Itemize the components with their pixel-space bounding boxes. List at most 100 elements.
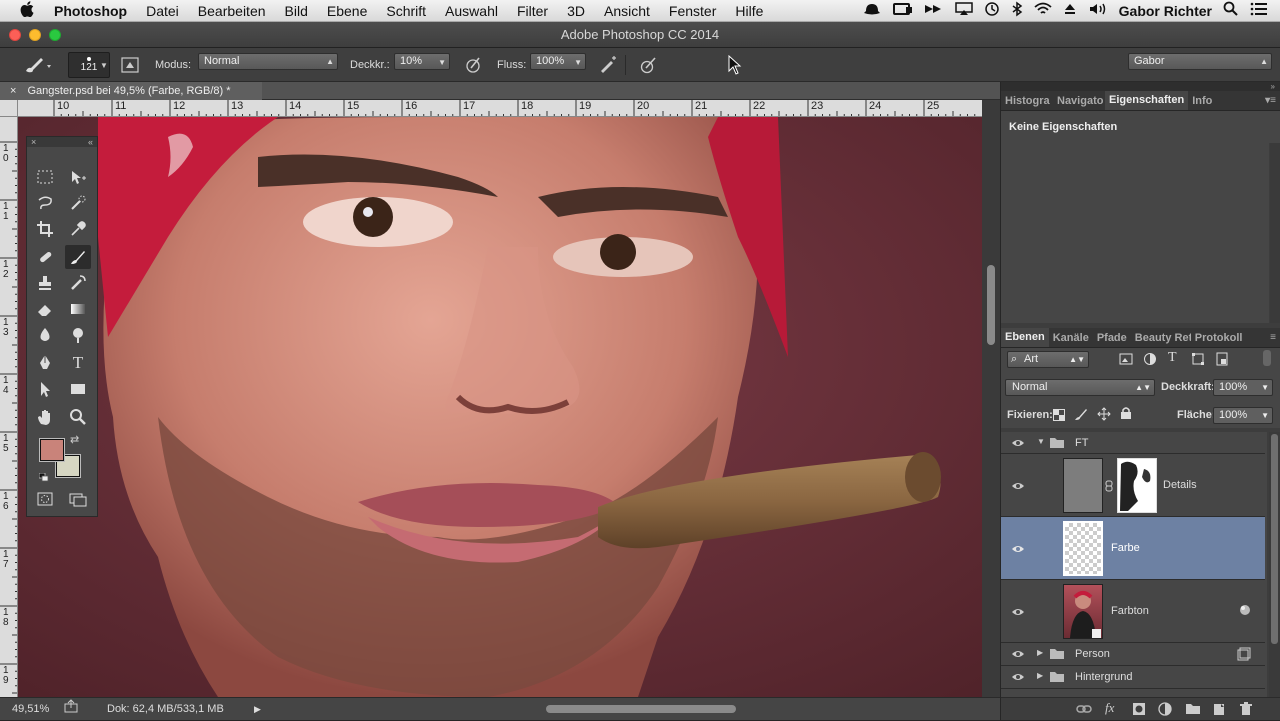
pressure-size-icon[interactable]	[638, 48, 658, 82]
default-colors-icon[interactable]	[38, 469, 49, 482]
layer-row-selected[interactable]: Farbe	[1001, 517, 1265, 580]
document-tab[interactable]: × Gangster.psd bei 49,5% (Farbe, RGB/8) …	[0, 82, 262, 100]
close-document-icon[interactable]: ×	[10, 85, 16, 97]
menu-filter[interactable]: Filter	[517, 3, 548, 19]
tab-channels[interactable]: Kanäle	[1049, 329, 1093, 347]
status-menu-arrow-icon[interactable]: ▶	[254, 698, 261, 720]
flow-field[interactable]: 100% ▼	[530, 53, 586, 70]
marquee-tool[interactable]	[32, 165, 58, 189]
spotlight-icon[interactable]	[1223, 1, 1239, 20]
tab-info[interactable]: Info	[1188, 92, 1216, 110]
tab-navigator[interactable]: Navigato	[1053, 92, 1105, 110]
ruler-origin[interactable]	[0, 100, 18, 117]
filter-shape-icon[interactable]	[1191, 352, 1205, 371]
minimize-window-button[interactable]	[29, 29, 41, 41]
filter-pixel-icon[interactable]	[1119, 352, 1133, 371]
properties-scrollbar[interactable]	[1270, 143, 1280, 323]
user-name[interactable]: Gabor Richter	[1119, 3, 1212, 19]
filter-type-icon[interactable]: T	[1168, 350, 1177, 366]
visibility-eye-icon[interactable]	[1011, 481, 1025, 491]
tools-header[interactable]: × «	[27, 137, 97, 147]
eyedropper-tool[interactable]	[65, 217, 91, 241]
quick-mask-icon[interactable]	[32, 487, 58, 511]
eject-icon[interactable]	[1063, 2, 1077, 19]
layer-style-fx-icon[interactable]: fx	[1105, 700, 1114, 716]
layer-style-icon[interactable]	[1239, 604, 1251, 619]
hand-tool[interactable]	[32, 405, 58, 429]
opacity-field[interactable]: 10% ▼	[394, 53, 450, 70]
foreground-color-swatch[interactable]	[39, 438, 65, 462]
visibility-eye-icon[interactable]	[1011, 607, 1025, 617]
lock-all-icon[interactable]	[1120, 406, 1132, 425]
layer-row[interactable]: Farbton	[1001, 580, 1265, 643]
filter-adjustment-icon[interactable]	[1143, 352, 1157, 371]
volume-icon[interactable]	[1088, 2, 1108, 19]
lock-position-icon[interactable]	[1097, 407, 1111, 426]
menu-app-name[interactable]: Photoshop	[54, 3, 127, 19]
brush-picker-arrow-icon[interactable]: ▼	[100, 48, 108, 82]
menu-bild[interactable]: Bild	[285, 3, 308, 19]
brush-tool[interactable]	[65, 245, 91, 269]
visibility-eye-icon[interactable]	[1011, 672, 1025, 682]
blur-tool[interactable]	[32, 323, 58, 347]
menu-schrift[interactable]: Schrift	[386, 3, 426, 19]
tab-paths[interactable]: Pfade	[1093, 329, 1131, 347]
add-mask-icon[interactable]	[1132, 702, 1146, 721]
move-tool[interactable]	[65, 165, 91, 189]
hat-icon[interactable]	[862, 2, 882, 19]
quick-selection-tool[interactable]	[65, 191, 91, 215]
filter-smart-object-icon[interactable]	[1215, 352, 1229, 371]
layers-menu-icon[interactable]: ≡	[1270, 329, 1276, 347]
filter-toggle[interactable]	[1263, 350, 1271, 366]
menu-fenster[interactable]: Fenster	[669, 3, 716, 19]
brush-panel-toggle-icon[interactable]	[121, 48, 139, 82]
layers-scroll-thumb[interactable]	[1271, 434, 1278, 644]
collapse-tools-icon[interactable]: «	[88, 137, 93, 147]
menu-bearbeiten[interactable]: Bearbeiten	[198, 3, 266, 19]
lock-transparent-icon[interactable]	[1053, 408, 1065, 426]
expand-group-icon[interactable]: ▶	[1037, 648, 1043, 657]
layer-opacity-arrow-icon[interactable]: ▼	[1261, 380, 1269, 395]
tab-beauty-retouch[interactable]: Beauty Ret	[1131, 329, 1191, 347]
tab-properties[interactable]: Eigenschaften	[1105, 91, 1189, 110]
gradient-tool[interactable]	[65, 297, 91, 321]
link-icon[interactable]	[1105, 480, 1113, 495]
apple-icon[interactable]	[0, 0, 54, 21]
crop-tool[interactable]	[32, 217, 58, 241]
visibility-eye-icon[interactable]	[1011, 649, 1025, 659]
scroll-thumb[interactable]	[987, 265, 995, 345]
airplay-icon[interactable]	[954, 2, 973, 19]
menu-auswahl[interactable]: Auswahl	[445, 3, 498, 19]
layer-mask-thumbnail[interactable]	[1117, 458, 1157, 513]
path-selection-tool[interactable]	[32, 377, 58, 401]
layer-row[interactable]: ▶ Person	[1001, 643, 1265, 666]
zoom-level[interactable]: 49,51%	[12, 698, 49, 720]
smart-filter-icon[interactable]	[1237, 647, 1251, 664]
panel-menu-icon[interactable]: ▾≡	[1265, 92, 1276, 110]
display-icon[interactable]	[892, 2, 913, 19]
lock-image-icon[interactable]	[1074, 407, 1088, 426]
pen-tool[interactable]	[32, 351, 58, 375]
layer-filter-dropdown[interactable]: ⌕ Art ▲▼	[1007, 351, 1089, 368]
visibility-eye-icon[interactable]	[1011, 544, 1025, 554]
share-icon[interactable]	[64, 699, 78, 721]
healing-brush-tool[interactable]	[32, 245, 58, 269]
document-canvas[interactable]	[18, 117, 982, 697]
layer-opacity-field[interactable]: 100% ▼	[1213, 379, 1273, 396]
fill-arrow-icon[interactable]: ▼	[1261, 408, 1269, 423]
layer-row[interactable]: ▼ FT	[1001, 432, 1265, 454]
workspace-dropdown[interactable]: Gabor ▲	[1128, 53, 1272, 70]
eraser-tool[interactable]	[32, 297, 58, 321]
dock-collapse-icon[interactable]: »	[1001, 82, 1280, 91]
new-layer-icon[interactable]	[1212, 702, 1226, 721]
bluetooth-icon[interactable]	[1011, 1, 1023, 20]
tab-histogram[interactable]: Histogra	[1001, 92, 1053, 110]
notification-center-icon[interactable]	[1250, 2, 1268, 19]
rectangle-tool[interactable]	[65, 377, 91, 401]
layer-row[interactable]: ▶ Hintergrund	[1001, 666, 1265, 689]
horizontal-scroll-thumb[interactable]	[546, 705, 736, 713]
tab-history[interactable]: Protokoll	[1191, 329, 1247, 347]
delete-layer-icon[interactable]	[1239, 702, 1253, 721]
type-tool[interactable]: T	[65, 351, 91, 375]
swap-colors-icon[interactable]: ⇄	[70, 433, 79, 446]
